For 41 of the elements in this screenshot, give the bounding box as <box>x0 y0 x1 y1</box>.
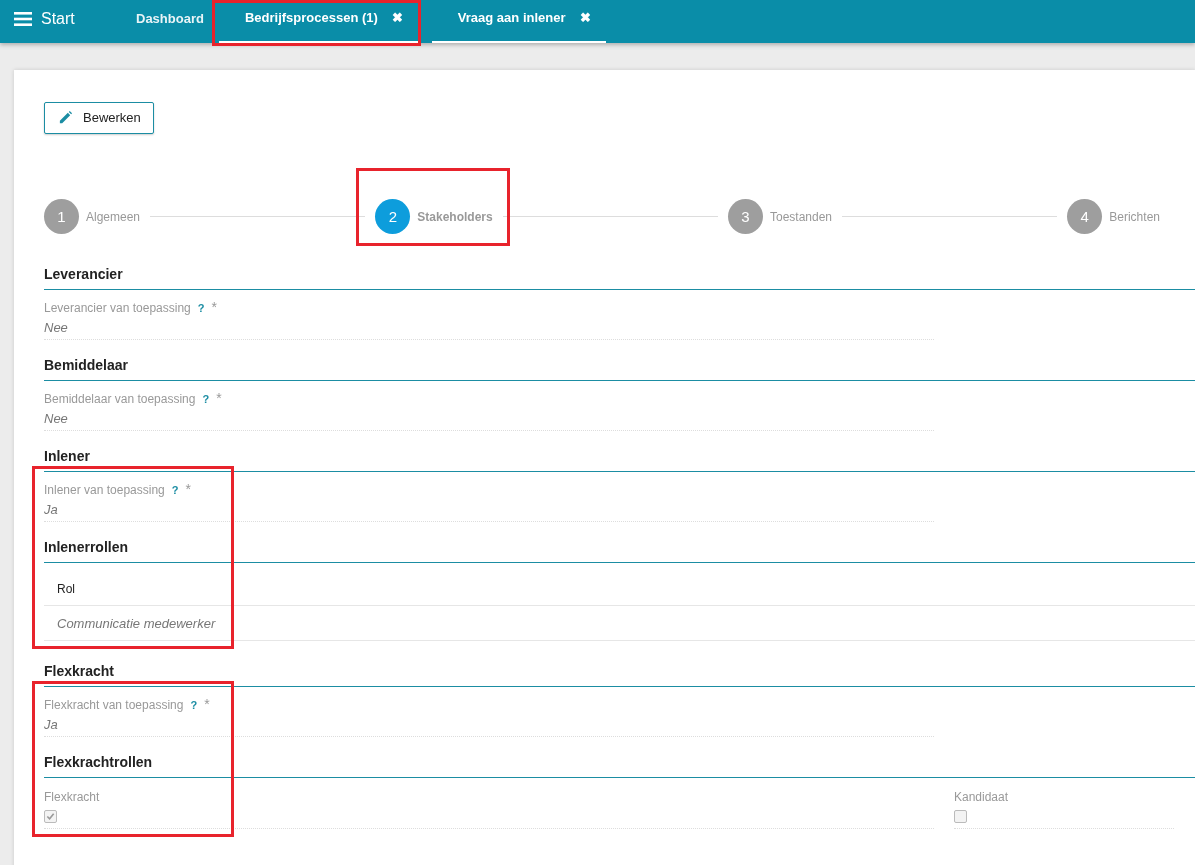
help-icon[interactable]: ? <box>171 484 179 496</box>
section-heading: Leverancier <box>44 264 1195 290</box>
close-icon[interactable]: ✖ <box>391 10 403 25</box>
field-value: Ja <box>44 502 59 517</box>
close-icon[interactable]: ✖ <box>579 10 591 25</box>
checkbox[interactable] <box>44 810 57 823</box>
step[interactable]: 3 Toestanden <box>727 199 832 234</box>
step[interactable]: 4 Berichten <box>1067 199 1160 234</box>
section-heading: Flexkracht <box>44 661 1195 687</box>
checkbox-label: Flexkracht <box>44 790 101 804</box>
tab[interactable]: Bedrijfsprocessen (1) ✖ <box>218 0 418 43</box>
column-header: Rol <box>57 582 75 596</box>
field-value: Ja <box>44 717 59 732</box>
tab[interactable]: Vraag aan inlener ✖ <box>431 0 606 43</box>
help-icon[interactable]: ? <box>190 699 198 711</box>
section-heading: Flexkrachtrollen <box>44 752 1195 778</box>
required-mark: * <box>216 390 222 406</box>
checkbox[interactable] <box>954 810 967 823</box>
field-value: Nee <box>44 320 69 335</box>
tab[interactable]: Dashboard <box>122 0 219 43</box>
step[interactable]: 2 Stakeholders <box>356 168 510 246</box>
section-heading: Inlener <box>44 446 1195 472</box>
required-mark: * <box>211 299 217 315</box>
help-icon[interactable]: ? <box>202 393 210 405</box>
field-label: Bemiddelaar van toepassing <box>44 392 196 406</box>
start-menu-button[interactable]: Start <box>0 0 122 43</box>
section-heading: Bemiddelaar <box>44 355 1195 381</box>
step[interactable]: 1 Algemeen <box>44 199 141 234</box>
field-label: Inlener van toepassing <box>44 483 165 497</box>
required-mark: * <box>185 481 191 497</box>
help-icon[interactable]: ? <box>197 302 205 314</box>
required-mark: * <box>204 696 210 712</box>
menu-icon <box>14 11 32 26</box>
section-heading: Inlenerrollen <box>44 537 1195 563</box>
checkbox-label: Kandidaat <box>954 790 1010 804</box>
field-label: Flexkracht van toepassing <box>44 698 184 712</box>
field-label: Leverancier van toepassing <box>44 301 191 315</box>
field-value: Nee <box>44 411 69 426</box>
table-cell: Communicatie medewerker <box>57 616 216 631</box>
edit-button[interactable]: Bewerken <box>44 102 154 134</box>
pencil-icon <box>58 110 73 125</box>
